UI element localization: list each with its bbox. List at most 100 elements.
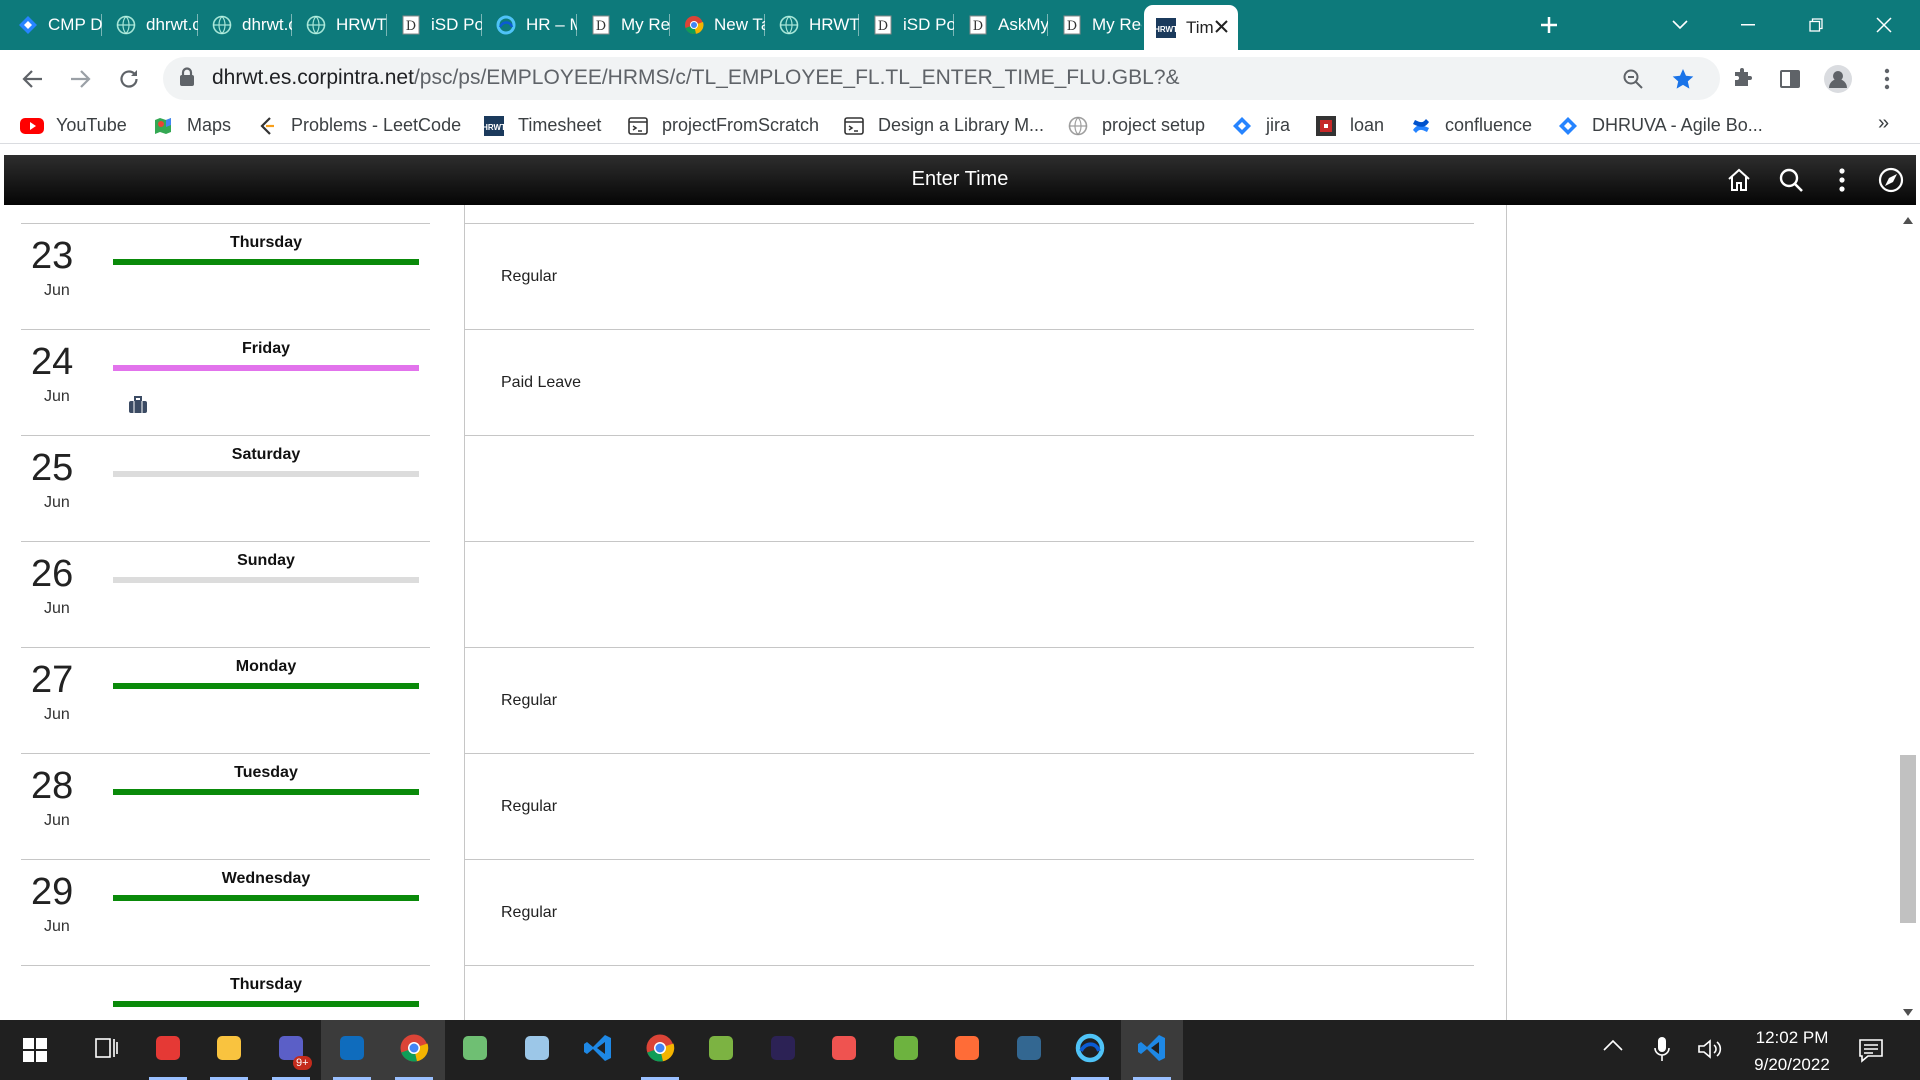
browser-tab[interactable]: HRWT xyxy=(767,8,859,42)
taskbar-app-button[interactable] xyxy=(813,1020,875,1080)
extensions-puzzle-icon[interactable] xyxy=(1726,62,1760,96)
scroll-up-arrow-icon[interactable] xyxy=(1903,211,1913,229)
taskbar-app-button[interactable] xyxy=(444,1020,506,1080)
back-button[interactable] xyxy=(16,62,50,96)
day-cell[interactable]: 23 Jun Thursday xyxy=(21,224,430,330)
tray-chevron-up-icon[interactable] xyxy=(1603,1038,1623,1056)
browser-tab[interactable]: dhrwt.c xyxy=(200,8,292,42)
day-cell[interactable]: 28 Jun Tuesday xyxy=(21,754,430,860)
home-icon[interactable] xyxy=(1724,165,1754,195)
minimize-button[interactable] xyxy=(1714,0,1782,50)
taskbar-app-button[interactable] xyxy=(752,1020,814,1080)
browser-tab[interactable]: HRWT xyxy=(294,8,387,42)
taskbar-app-button[interactable] xyxy=(382,1020,445,1080)
time-entry-row[interactable]: Regular xyxy=(465,648,1474,754)
taskbar-app-button[interactable] xyxy=(137,1020,199,1080)
start-button[interactable] xyxy=(0,1020,70,1080)
tab-separator xyxy=(101,14,102,36)
browser-tab[interactable]: DiSD Por xyxy=(861,8,954,42)
bookmark-star-icon[interactable] xyxy=(1666,62,1700,96)
time-entry-row[interactable] xyxy=(465,542,1474,648)
taskbar-app-button[interactable] xyxy=(936,1020,998,1080)
bookmark-item[interactable]: loan xyxy=(1314,112,1384,139)
reload-button[interactable] xyxy=(112,62,146,96)
time-entry-row[interactable]: Regular xyxy=(465,754,1474,860)
actions-menu-icon[interactable] xyxy=(1827,165,1857,195)
taskbar-app-button[interactable] xyxy=(690,1020,752,1080)
taskbar-app-button[interactable] xyxy=(998,1020,1060,1080)
day-weekday: Thursday xyxy=(229,234,302,251)
time-entry-row[interactable]: Regular xyxy=(465,224,1474,330)
browser-tab[interactable]: dhrwt.c xyxy=(104,8,198,42)
taskbar-app-button[interactable] xyxy=(1059,1020,1121,1080)
document-d-icon: D xyxy=(591,15,611,35)
time-entry-row[interactable]: Regular xyxy=(465,860,1474,966)
microphone-icon[interactable] xyxy=(1654,1036,1670,1067)
bookmark-item[interactable]: projectFromScratch xyxy=(626,112,819,139)
bookmark-item[interactable]: Maps xyxy=(151,112,231,139)
day-cell[interactable]: 29 Jun Wednesday xyxy=(21,860,430,966)
time-entry-row[interactable]: Regular xyxy=(465,205,1474,224)
bookmark-item[interactable]: DHRUVA - Agile Bo... xyxy=(1556,112,1763,139)
close-tab-icon[interactable] xyxy=(1215,18,1228,38)
scrollbar-thumb[interactable] xyxy=(1900,755,1916,923)
day-status-bar xyxy=(113,365,419,371)
time-entry-row[interactable]: Paid Leave xyxy=(465,330,1474,436)
search-icon[interactable] xyxy=(1776,165,1806,195)
taskbar-app-button[interactable] xyxy=(1120,1020,1183,1080)
day-cell[interactable]: 24 Jun Friday xyxy=(21,330,430,436)
tab-search-chevron-icon[interactable] xyxy=(1646,0,1714,50)
forward-button[interactable] xyxy=(63,62,97,96)
bookmark-item[interactable]: jira xyxy=(1230,112,1290,139)
profile-avatar-icon[interactable] xyxy=(1821,62,1855,96)
day-cell[interactable]: 25 Jun Saturday xyxy=(21,436,430,542)
notification-center-icon[interactable] xyxy=(1857,1036,1885,1069)
restore-button[interactable] xyxy=(1782,0,1850,50)
scroll-down-arrow-icon[interactable] xyxy=(1903,1003,1913,1020)
side-panel-icon[interactable] xyxy=(1773,62,1807,96)
time-entry-row[interactable] xyxy=(465,436,1474,542)
bookmark-item[interactable]: project setup xyxy=(1066,112,1205,139)
navbar-compass-icon[interactable] xyxy=(1876,165,1906,195)
day-weekday: Tuesday xyxy=(234,764,298,781)
lock-icon[interactable] xyxy=(179,67,195,92)
new-tab-button[interactable] xyxy=(1532,10,1566,40)
day-cell[interactable]: 26 Jun Sunday xyxy=(21,542,430,648)
browser-tab[interactable]: HR – M xyxy=(484,8,577,42)
taskbar-app-button[interactable] xyxy=(629,1020,691,1080)
more-bookmarks-button[interactable]: » xyxy=(1878,112,1889,135)
url-text[interactable]: dhrwt.es.corpintra.net/psc/ps/EMPLOYEE/H… xyxy=(212,66,1180,90)
taskbar-app-button[interactable] xyxy=(567,1020,629,1080)
taskbar-app-button[interactable] xyxy=(506,1020,568,1080)
day-cell[interactable]: 27 Jun Monday xyxy=(21,648,430,754)
speaker-volume-icon[interactable] xyxy=(1697,1038,1723,1065)
taskbar-app-button[interactable] xyxy=(875,1020,937,1080)
taskbar-app-button[interactable] xyxy=(321,1020,383,1080)
taskbar-app-button[interactable]: 9+ xyxy=(260,1020,322,1080)
close-window-button[interactable] xyxy=(1850,0,1918,50)
globe-icon xyxy=(116,15,136,35)
browser-tab[interactable]: CMP D xyxy=(6,8,102,42)
zoom-icon[interactable] xyxy=(1616,62,1650,96)
browser-tab[interactable]: D My Rec xyxy=(1050,8,1142,42)
day-cell[interactable]: Thursday xyxy=(21,966,430,1020)
browser-tab[interactable]: D AskMy xyxy=(956,8,1048,42)
bookmark-item[interactable]: Design a Library M... xyxy=(842,112,1044,139)
taskbar-app-button[interactable] xyxy=(198,1020,260,1080)
tab-separator xyxy=(576,14,577,36)
browser-menu-kebab-icon[interactable] xyxy=(1870,62,1904,96)
bookmark-item[interactable]: confluence xyxy=(1409,112,1532,139)
day-number: 25 xyxy=(31,447,74,489)
bookmark-item[interactable]: HRWT Timesheet xyxy=(482,112,601,139)
browser-tab[interactable]: HRWT Tim xyxy=(1144,5,1238,50)
tab-separator xyxy=(1047,14,1048,36)
taskbar-app-button[interactable] xyxy=(75,1020,137,1080)
browser-tab[interactable]: DiSD Por xyxy=(389,8,482,42)
browser-tab[interactable]: D My Rec xyxy=(579,8,670,42)
browser-tab[interactable]: New Ta xyxy=(672,8,765,42)
bookmark-item[interactable]: YouTube xyxy=(20,112,127,139)
system-clock[interactable]: 12:02 PM 9/20/2022 xyxy=(1737,1024,1847,1078)
day-cell[interactable]: 22Jun xyxy=(21,205,430,224)
bookmark-item[interactable]: Problems - LeetCode xyxy=(255,112,461,139)
time-entry-row[interactable] xyxy=(465,966,1474,1020)
